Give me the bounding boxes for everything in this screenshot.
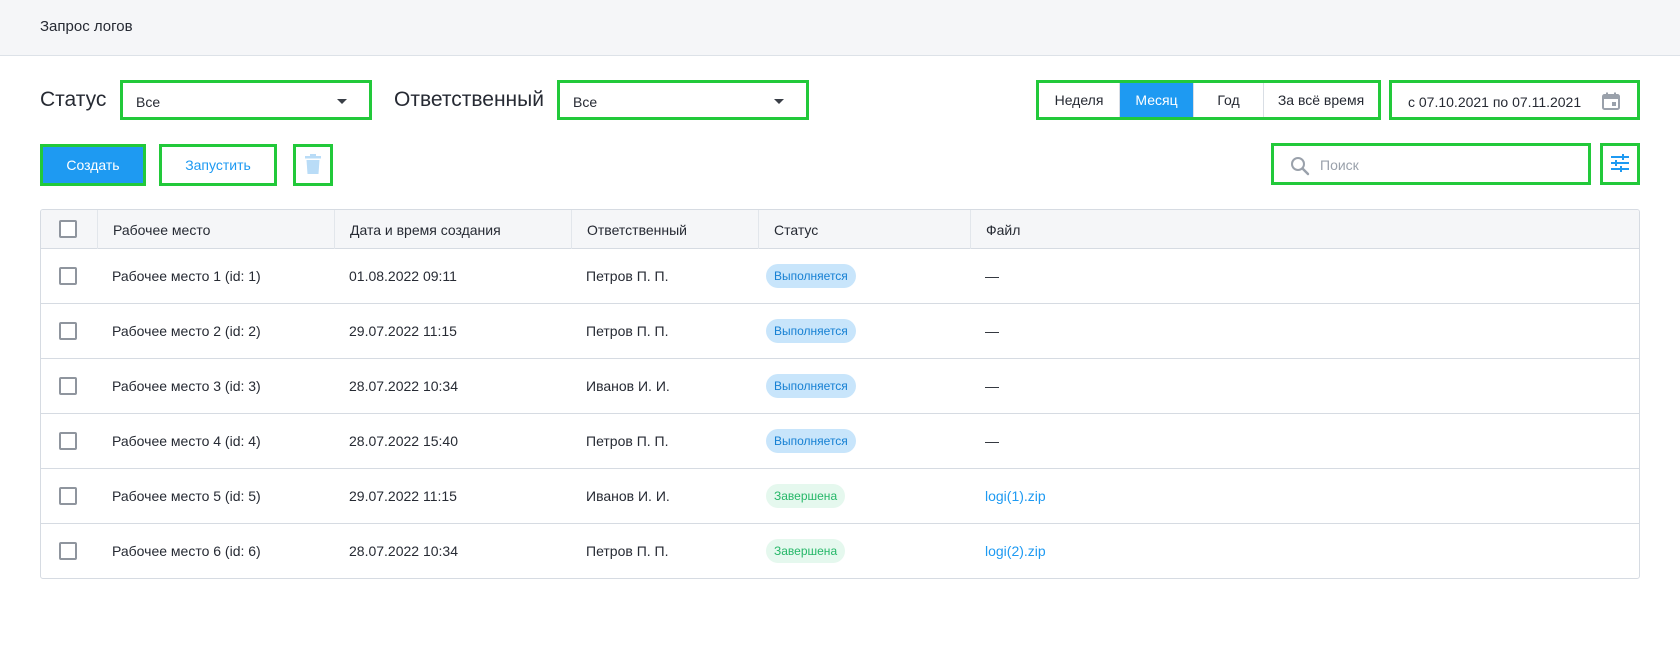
file-cell: — <box>985 323 999 339</box>
file-cell: — <box>985 268 999 284</box>
period-month[interactable]: Месяц <box>1120 83 1194 117</box>
workplace-cell: Рабочее место 6 (id: 6) <box>112 543 261 559</box>
row-checkbox[interactable] <box>59 432 77 450</box>
period-year[interactable]: Год <box>1194 83 1264 117</box>
search-input[interactable] <box>1320 152 1580 178</box>
delete-button[interactable] <box>293 144 333 186</box>
created-cell: 29.07.2022 11:15 <box>349 323 457 339</box>
period-week[interactable]: Неделя <box>1039 83 1120 117</box>
chevron-down-icon <box>774 99 784 104</box>
file-cell: — <box>985 378 999 394</box>
table-row[interactable]: Рабочее место 4 (id: 4) 28.07.2022 15:40 П… <box>41 414 1639 469</box>
status-badge: Завершена <box>766 539 846 563</box>
table-row[interactable]: Рабочее место 6 (id: 6) 28.07.2022 10:34 П… <box>41 524 1639 578</box>
status-select-value: Все <box>136 94 161 110</box>
status-filter-label: Статус <box>40 88 107 111</box>
chevron-down-icon <box>337 99 347 104</box>
owner-filter-label: Ответственный <box>394 88 544 111</box>
table-row[interactable]: Рабочее место 1 (id: 1) 01.08.2022 09:11 П… <box>41 249 1639 304</box>
column-header-status[interactable]: Статус <box>758 210 970 249</box>
status-select[interactable]: Все <box>120 80 372 120</box>
owner-cell: Иванов И. И. <box>586 378 670 394</box>
owner-select[interactable]: Все <box>557 80 809 120</box>
header-select-cell <box>41 210 97 249</box>
page-title: Запрос логов <box>40 18 133 35</box>
created-cell: 28.07.2022 10:34 <box>349 378 458 394</box>
row-checkbox[interactable] <box>59 542 77 560</box>
period-segmented-control: Неделя Месяц Год За всё время <box>1036 80 1381 120</box>
owner-cell: Петров П. П. <box>586 268 669 284</box>
workplace-cell: Рабочее место 3 (id: 3) <box>112 378 261 394</box>
column-header-owner[interactable]: Ответственный <box>571 210 758 249</box>
owner-cell: Иванов И. И. <box>586 488 670 504</box>
workplace-cell: Рабочее место 1 (id: 1) <box>112 268 261 284</box>
owner-select-value: Все <box>573 94 598 110</box>
search-icon <box>1290 156 1310 179</box>
row-checkbox[interactable] <box>59 487 77 505</box>
created-cell: 28.07.2022 15:40 <box>349 433 458 449</box>
row-checkbox[interactable] <box>59 377 77 395</box>
run-button[interactable]: Запустить <box>159 144 277 186</box>
workplace-cell: Рабочее место 4 (id: 4) <box>112 433 261 449</box>
file-link[interactable]: logi(2).zip <box>985 543 1046 559</box>
filter-sliders-icon <box>1610 153 1630 176</box>
select-all-checkbox[interactable] <box>59 220 77 238</box>
status-badge: Выполняется <box>766 429 856 453</box>
table-header: Рабочее место Дата и время создания Отве… <box>41 210 1639 249</box>
date-range-value: с 07.10.2021 по 07.11.2021 <box>1408 94 1582 110</box>
created-cell: 29.07.2022 11:15 <box>349 488 457 504</box>
filter-settings-button[interactable] <box>1600 143 1640 185</box>
create-button[interactable]: Создать <box>40 144 146 186</box>
column-header-file[interactable]: Файл <box>970 210 1639 249</box>
column-header-created[interactable]: Дата и время создания <box>334 210 571 249</box>
status-badge: Выполняется <box>766 374 856 398</box>
calendar-icon[interactable] <box>1601 91 1621 114</box>
created-cell: 01.08.2022 09:11 <box>349 268 457 284</box>
search-box[interactable] <box>1271 143 1591 185</box>
file-link[interactable]: logi(1).zip <box>985 488 1046 504</box>
owner-cell: Петров П. П. <box>586 543 669 559</box>
row-checkbox[interactable] <box>59 322 77 340</box>
owner-cell: Петров П. П. <box>586 323 669 339</box>
file-cell: — <box>985 433 999 449</box>
created-cell: 28.07.2022 10:34 <box>349 543 458 559</box>
row-checkbox[interactable] <box>59 267 77 285</box>
trash-icon <box>305 153 321 177</box>
logs-table: Рабочее место Дата и время создания Отве… <box>40 209 1640 579</box>
table-row[interactable]: Рабочее место 2 (id: 2) 29.07.2022 11:15 П… <box>41 304 1639 359</box>
table-row[interactable]: Рабочее место 3 (id: 3) 28.07.2022 10:34 И… <box>41 359 1639 414</box>
status-badge: Выполняется <box>766 264 856 288</box>
period-all-time[interactable]: За всё время <box>1264 83 1378 117</box>
date-range-picker[interactable]: с 07.10.2021 по 07.11.2021 <box>1389 80 1640 120</box>
column-header-workplace[interactable]: Рабочее место <box>97 210 334 249</box>
top-bar: Запрос логов <box>0 0 1680 56</box>
owner-cell: Петров П. П. <box>586 433 669 449</box>
workplace-cell: Рабочее место 2 (id: 2) <box>112 323 261 339</box>
status-badge: Выполняется <box>766 319 856 343</box>
table-row[interactable]: Рабочее место 5 (id: 5) 29.07.2022 11:15 И… <box>41 469 1639 524</box>
workplace-cell: Рабочее место 5 (id: 5) <box>112 488 261 504</box>
status-badge: Завершена <box>766 484 846 508</box>
